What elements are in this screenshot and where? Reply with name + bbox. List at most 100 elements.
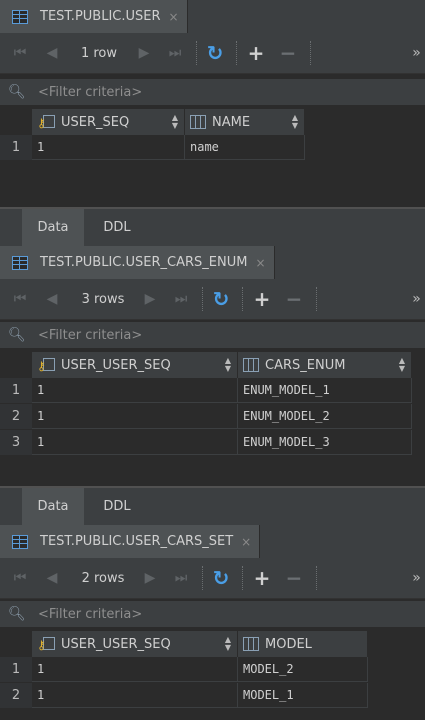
more-icon[interactable]: » xyxy=(408,558,425,598)
prev-page-icon[interactable]: ◀ xyxy=(38,279,66,319)
first-page-icon[interactable]: ⏮ xyxy=(6,279,34,319)
toolbar-separator xyxy=(242,566,244,590)
row-number[interactable]: 2 xyxy=(0,404,32,429)
refresh-icon[interactable]: ↻ xyxy=(206,558,236,598)
foreign-key-icon: ⚷ xyxy=(37,635,55,653)
filter-bar[interactable]: 🔍︎ <Filter criteria> xyxy=(0,79,425,105)
column-header-user-user-seq[interactable]: ⚷ USER_USER_SEQ ▲ ▼ xyxy=(32,631,238,657)
filter-bar[interactable]: 🔍︎ <Filter criteria> xyxy=(0,601,425,627)
sort-icon[interactable]: ▲ ▼ xyxy=(399,357,405,373)
table-icon xyxy=(12,9,28,24)
row-number[interactable]: 1 xyxy=(0,378,32,403)
column-header-user-seq[interactable]: ⚷ USER_SEQ ▲ ▼ xyxy=(32,109,185,135)
tab-ddl[interactable]: DDL xyxy=(84,209,150,246)
table-cell[interactable]: MODEL_2 xyxy=(238,657,368,682)
result-toolbar: ⏮ ◀ 2 rows ▶ ⏭ ↻ + − » xyxy=(0,558,425,599)
last-page-icon[interactable]: ⏭ xyxy=(166,279,196,319)
toolbar-separator xyxy=(202,566,204,590)
add-row-button[interactable]: + xyxy=(248,279,276,319)
grid-header: ⚷ USER_SEQ ▲ ▼ NAME ▲ ▼ xyxy=(32,109,305,135)
table-icon xyxy=(12,255,28,270)
add-row-button[interactable]: + xyxy=(248,558,276,598)
tab-title: TEST.PUBLIC.USER_CARS_SET xyxy=(40,534,234,549)
next-page-icon[interactable]: ▶ xyxy=(136,279,164,319)
grid-header: ⚷ USER_USER_SEQ ▲ ▼ MODEL xyxy=(32,631,368,657)
editor-tabbar: TEST.PUBLIC.USER_CARS_ENUM × xyxy=(0,246,425,280)
row-number[interactable]: 1 xyxy=(0,135,32,160)
toolbar-separator xyxy=(316,566,318,590)
table-cell[interactable]: ENUM_MODEL_2 xyxy=(238,404,412,429)
refresh-icon[interactable]: ↻ xyxy=(206,279,236,319)
close-icon[interactable]: × xyxy=(241,535,251,549)
filter-input[interactable]: <Filter criteria> xyxy=(38,607,142,622)
delete-row-button[interactable]: − xyxy=(280,279,308,319)
row-number[interactable]: 1 xyxy=(0,657,32,682)
toolbar-separator xyxy=(236,41,238,65)
toolbar-separator xyxy=(242,287,244,311)
grid-header: ⚷ USER_USER_SEQ ▲ ▼ CARS_ENUM ▲ ▼ xyxy=(32,352,412,378)
tab-data[interactable]: Data xyxy=(22,488,84,525)
tab-ddl[interactable]: DDL xyxy=(84,488,150,525)
first-page-icon[interactable]: ⏮ xyxy=(6,33,34,73)
tab-test-public-user-cars-set[interactable]: TEST.PUBLIC.USER_CARS_SET × xyxy=(0,525,261,558)
column-header-model[interactable]: MODEL xyxy=(238,631,368,657)
row-number[interactable]: 2 xyxy=(0,683,32,708)
last-page-icon[interactable]: ⏭ xyxy=(160,33,190,73)
view-tabs: Data DDL xyxy=(0,486,425,525)
prev-page-icon[interactable]: ◀ xyxy=(38,558,66,598)
toolbar-separator xyxy=(316,287,318,311)
refresh-icon[interactable]: ↻ xyxy=(200,33,230,73)
tab-title: TEST.PUBLIC.USER_CARS_ENUM xyxy=(40,255,248,270)
table-cell[interactable]: 1 xyxy=(32,404,238,429)
result-toolbar: ⏮ ◀ 1 row ▶ ⏭ ↻ + − » xyxy=(0,33,425,74)
table-cell[interactable]: 1 xyxy=(32,378,238,403)
table-cell[interactable]: ENUM_MODEL_1 xyxy=(238,378,412,403)
tab-data[interactable]: Data xyxy=(22,209,84,246)
next-page-icon[interactable]: ▶ xyxy=(130,33,158,73)
filter-input[interactable]: <Filter criteria> xyxy=(38,328,142,343)
table-cell[interactable]: 1 xyxy=(32,683,238,708)
sort-icon[interactable]: ▲ ▼ xyxy=(292,114,298,130)
last-page-icon[interactable]: ⏭ xyxy=(166,558,196,598)
more-icon[interactable]: » xyxy=(408,279,425,319)
table-cell[interactable]: 1 xyxy=(32,430,238,455)
table-cell[interactable]: MODEL_1 xyxy=(238,683,368,708)
row-count-label: 3 rows xyxy=(81,291,125,307)
row-number[interactable]: 3 xyxy=(0,430,32,455)
filter-icon: 🔍︎ xyxy=(8,606,26,622)
filter-input[interactable]: <Filter criteria> xyxy=(38,85,142,100)
more-icon[interactable]: » xyxy=(408,33,425,73)
foreign-key-icon: ⚷ xyxy=(37,356,55,374)
editor-tabbar: TEST.PUBLIC.USER × xyxy=(0,0,425,34)
table-cell[interactable]: ENUM_MODEL_3 xyxy=(238,430,412,455)
sort-icon[interactable]: ▲ ▼ xyxy=(172,114,178,130)
table-cell[interactable]: name xyxy=(185,135,305,160)
editor-tabbar: TEST.PUBLIC.USER_CARS_SET × xyxy=(0,525,425,559)
filter-icon: 🔍︎ xyxy=(8,327,26,343)
delete-row-button[interactable]: − xyxy=(274,33,302,73)
column-header-cars-enum[interactable]: CARS_ENUM ▲ ▼ xyxy=(238,352,412,378)
toolbar-separator xyxy=(196,41,198,65)
next-page-icon[interactable]: ▶ xyxy=(136,558,164,598)
filter-bar[interactable]: 🔍︎ <Filter criteria> xyxy=(0,322,425,348)
sort-icon[interactable]: ▲ ▼ xyxy=(225,636,231,652)
column-icon xyxy=(243,358,259,372)
table-cell[interactable]: 1 xyxy=(32,657,238,682)
result-toolbar: ⏮ ◀ 3 rows ▶ ⏭ ↻ + − » xyxy=(0,279,425,320)
close-icon[interactable]: × xyxy=(169,10,179,24)
tab-test-public-user-cars-enum[interactable]: TEST.PUBLIC.USER_CARS_ENUM × xyxy=(0,246,275,279)
sort-icon[interactable]: ▲ ▼ xyxy=(225,357,231,373)
column-icon xyxy=(190,115,206,129)
tab-title: TEST.PUBLIC.USER xyxy=(40,9,161,24)
first-page-icon[interactable]: ⏮ xyxy=(6,558,34,598)
close-icon[interactable]: × xyxy=(255,256,265,270)
delete-row-button[interactable]: − xyxy=(280,558,308,598)
prev-page-icon[interactable]: ◀ xyxy=(38,33,66,73)
column-header-name[interactable]: NAME ▲ ▼ xyxy=(185,109,305,135)
column-header-user-user-seq[interactable]: ⚷ USER_USER_SEQ ▲ ▼ xyxy=(32,352,238,378)
add-row-button[interactable]: + xyxy=(242,33,270,73)
column-label: MODEL xyxy=(265,636,312,652)
tab-test-public-user[interactable]: TEST.PUBLIC.USER × xyxy=(0,0,188,33)
row-count-label: 2 rows xyxy=(81,570,125,586)
table-cell[interactable]: 1 xyxy=(32,135,185,160)
